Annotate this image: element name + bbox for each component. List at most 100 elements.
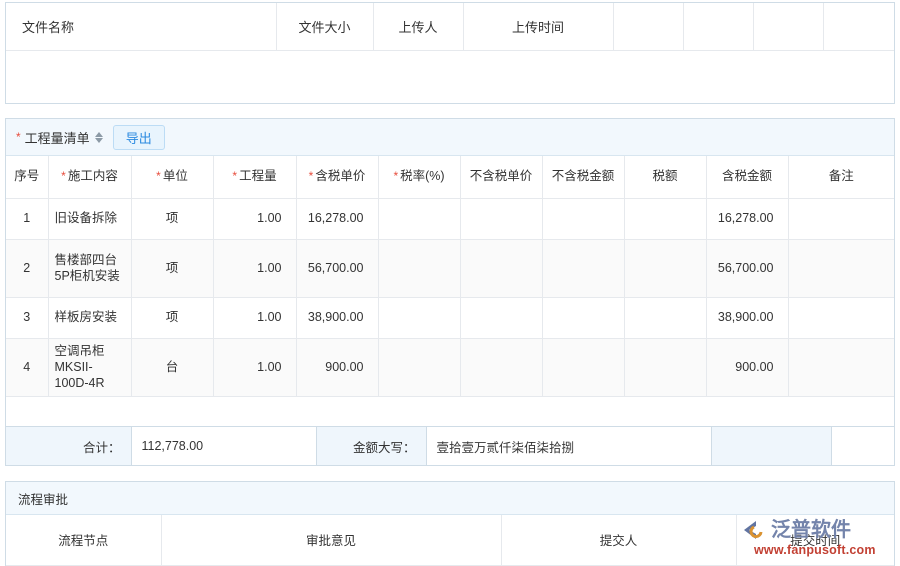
cell-content[interactable]: 售楼部四台5P柜机安装 — [48, 239, 131, 297]
table-row[interactable]: 1旧设备拆除项1.0016,278.0016,278.00 — [6, 198, 894, 239]
grid-col-header-2: *施工内容 — [48, 156, 131, 198]
cell-quantity[interactable]: 1.00 — [213, 297, 296, 338]
table-row[interactable]: 2售楼部四台5P柜机安装项1.0056,700.0056,700.00 — [6, 239, 894, 297]
total-capital-value: 壹拾壹万贰仟柒佰柒拾捌 — [426, 427, 711, 465]
table-row[interactable]: 4空调吊柜MKSII-100D-4R台1.00900.00900.00 — [6, 338, 894, 396]
cell-tax_amount[interactable] — [624, 239, 706, 297]
cell-net_unit_price[interactable] — [460, 198, 542, 239]
cell-unit[interactable]: 项 — [131, 297, 213, 338]
cell-gross_amount[interactable]: 56,700.00 — [706, 239, 788, 297]
cell-gross_amount[interactable]: 38,900.00 — [706, 297, 788, 338]
cell-net_amount[interactable] — [542, 198, 624, 239]
total-sum-label: 合计： — [6, 427, 131, 465]
cell-gross_amount[interactable]: 900.00 — [706, 338, 788, 396]
grid-col-header-9: 税额 — [624, 156, 706, 198]
file-table-empty-body-row — [6, 50, 894, 103]
total-sum-value: 112,778.00 — [131, 427, 316, 465]
cell-unit[interactable]: 项 — [131, 239, 213, 297]
required-asterisk-icon: * — [61, 169, 66, 183]
file-col-header-8 — [823, 3, 894, 50]
file-attachment-panel: 文件名称文件大小上传人上传时间 — [5, 2, 895, 104]
grid-filler-cell — [48, 396, 131, 397]
file-col-header-2: 文件大小 — [276, 3, 373, 50]
required-asterisk-icon: * — [156, 169, 161, 183]
approval-flow-panel: 流程审批 流程节点审批意见提交人提交时间 — [5, 481, 895, 566]
grid-filler-cell — [213, 396, 296, 397]
grid-col-header-5: *含税单价 — [296, 156, 378, 198]
cell-unit[interactable]: 台 — [131, 338, 213, 396]
cell-quantity[interactable]: 1.00 — [213, 198, 296, 239]
cell-unit[interactable]: 项 — [131, 198, 213, 239]
cell-seq[interactable]: 3 — [6, 297, 48, 338]
cell-remark[interactable] — [788, 198, 894, 239]
cell-net_amount[interactable] — [542, 338, 624, 396]
grid-filler-cell — [706, 396, 788, 397]
file-col-header-3: 上传人 — [373, 3, 463, 50]
cell-tax_amount[interactable] — [624, 198, 706, 239]
cell-tax_unit_price[interactable]: 900.00 — [296, 338, 378, 396]
cell-tax_amount[interactable] — [624, 297, 706, 338]
approval-flow-title: 流程审批 — [6, 482, 894, 515]
cell-quantity[interactable]: 1.00 — [213, 338, 296, 396]
quantity-grid-header-row: 序号*施工内容*单位*工程量*含税单价*税率(%)不含税单价不含税金额税额含税金… — [6, 156, 894, 198]
approval-col-header-3: 提交人 — [501, 515, 736, 565]
cell-tax_rate[interactable] — [378, 338, 460, 396]
file-col-header-4: 上传时间 — [463, 3, 613, 50]
table-row[interactable]: 3样板房安装项1.0038,900.0038,900.00 — [6, 297, 894, 338]
total-blank-cell-2 — [831, 427, 894, 465]
grid-col-header-4: *工程量 — [213, 156, 296, 198]
export-button[interactable]: 导出 — [113, 125, 165, 150]
cell-seq[interactable]: 1 — [6, 198, 48, 239]
approval-flow-table: 流程节点审批意见提交人提交时间 — [6, 515, 894, 566]
total-table: 合计： 112,778.00 金额大写： 壹拾壹万贰仟柒佰柒拾捌 — [6, 427, 894, 465]
cell-tax_amount[interactable] — [624, 338, 706, 396]
grid-col-header-3: *单位 — [131, 156, 213, 198]
cell-net_unit_price[interactable] — [460, 297, 542, 338]
tab-quantity-list[interactable]: * 工程量清单 — [16, 128, 103, 147]
sort-updown-icon[interactable] — [95, 132, 103, 143]
quantity-grid: 序号*施工内容*单位*工程量*含税单价*税率(%)不含税单价不含税金额税额含税金… — [6, 156, 894, 397]
cell-quantity[interactable]: 1.00 — [213, 239, 296, 297]
cell-remark[interactable] — [788, 239, 894, 297]
total-capital-label: 金额大写： — [316, 427, 426, 465]
grid-col-header-10: 含税金额 — [706, 156, 788, 198]
file-col-header-1: 文件名称 — [6, 3, 276, 50]
cell-content[interactable]: 空调吊柜MKSII-100D-4R — [48, 338, 131, 396]
approval-col-header-4: 提交时间 — [736, 515, 894, 565]
required-asterisk-icon: * — [16, 131, 21, 143]
cell-tax_rate[interactable] — [378, 297, 460, 338]
grid-filler-cell — [788, 396, 894, 397]
grid-filler-cell — [542, 396, 624, 397]
file-table-header-row: 文件名称文件大小上传人上传时间 — [6, 3, 894, 50]
cell-tax_rate[interactable] — [378, 198, 460, 239]
cell-gross_amount[interactable]: 16,278.00 — [706, 198, 788, 239]
file-attachment-table: 文件名称文件大小上传人上传时间 — [6, 3, 894, 103]
cell-net_amount[interactable] — [542, 239, 624, 297]
cell-remark[interactable] — [788, 297, 894, 338]
cell-content[interactable]: 旧设备拆除 — [48, 198, 131, 239]
grid-filler-cell — [296, 396, 378, 397]
required-asterisk-icon: * — [393, 169, 398, 183]
cell-tax_rate[interactable] — [378, 239, 460, 297]
total-blank-cell-1 — [711, 427, 831, 465]
approval-table-header-row: 流程节点审批意见提交人提交时间 — [6, 515, 894, 565]
cell-tax_unit_price[interactable]: 38,900.00 — [296, 297, 378, 338]
cell-content[interactable]: 样板房安装 — [48, 297, 131, 338]
cell-net_amount[interactable] — [542, 297, 624, 338]
approval-col-header-1: 流程节点 — [6, 515, 161, 565]
grid-filler-cell — [378, 396, 460, 397]
grid-filler-row — [6, 396, 894, 397]
grid-filler-cell — [6, 396, 48, 397]
grid-col-header-11: 备注 — [788, 156, 894, 198]
file-col-header-5 — [613, 3, 683, 50]
cell-remark[interactable] — [788, 338, 894, 396]
tab-quantity-list-label: 工程量清单 — [25, 128, 90, 147]
cell-net_unit_price[interactable] — [460, 239, 542, 297]
cell-tax_unit_price[interactable]: 56,700.00 — [296, 239, 378, 297]
cell-seq[interactable]: 2 — [6, 239, 48, 297]
cell-tax_unit_price[interactable]: 16,278.00 — [296, 198, 378, 239]
grid-col-header-6: *税率(%) — [378, 156, 460, 198]
cell-seq[interactable]: 4 — [6, 338, 48, 396]
quantity-list-panel: * 工程量清单 导出 序号*施工内容*单位*工程量*含税单价*税率(%)不含税单… — [5, 118, 895, 466]
cell-net_unit_price[interactable] — [460, 338, 542, 396]
